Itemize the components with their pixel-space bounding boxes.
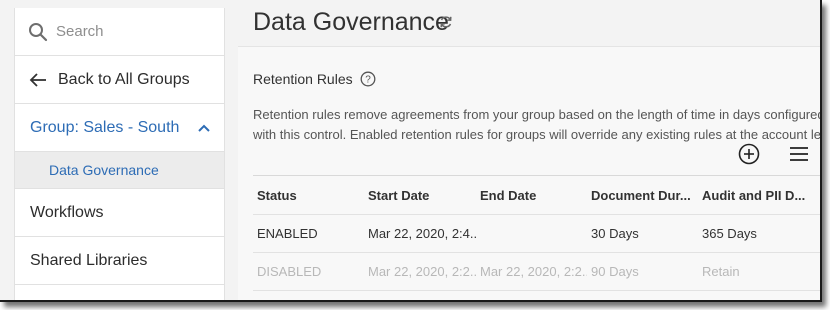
column-header-status[interactable]: Status: [253, 188, 364, 203]
status-cell: ENABLED: [257, 226, 318, 241]
document-duration-cell: 30 Days: [591, 226, 639, 241]
section-description: Retention rules remove agreements from y…: [253, 105, 822, 145]
retention-rules-table: Status Start Date End Date Document Dur.…: [253, 175, 820, 291]
svg-text:?: ?: [365, 75, 371, 86]
column-header-end-date[interactable]: End Date: [476, 188, 587, 203]
start-date-cell: Mar 22, 2020, 2:2...: [368, 264, 476, 279]
add-rule-button[interactable]: [738, 143, 760, 165]
chevron-up-icon[interactable]: [198, 124, 210, 132]
table-row[interactable]: DISABLED Mar 22, 2020, 2:2... Mar 22, 20…: [253, 253, 820, 291]
sidebar-group-sales-south[interactable]: Group: Sales - South: [15, 104, 224, 152]
table-header-row: Status Start Date End Date Document Dur.…: [253, 175, 820, 215]
sidebar: Search Back to All Groups Group: Sales -…: [14, 8, 225, 300]
group-label: Group: Sales - South: [30, 118, 180, 136]
page-title: Data Governance: [253, 8, 449, 36]
plus-circle-icon: [738, 143, 760, 165]
column-header-start-date[interactable]: Start Date: [364, 188, 476, 203]
sidebar-item-workflows[interactable]: Workflows: [15, 189, 224, 237]
status-cell: DISABLED: [257, 264, 322, 279]
search-icon: [28, 22, 48, 42]
audit-pii-cell: 365 Days: [702, 226, 757, 241]
refresh-icon[interactable]: [439, 15, 453, 29]
hamburger-menu-icon[interactable]: [789, 146, 809, 162]
column-header-audit-pii[interactable]: Audit and PII D...: [698, 188, 820, 203]
description-line: with this control. Enabled retention rul…: [253, 127, 822, 142]
audit-pii-cell: Retain: [702, 264, 740, 279]
document-duration-cell: 90 Days: [591, 264, 639, 279]
table-row[interactable]: ENABLED Mar 22, 2020, 2:4... 30 Days 365…: [253, 215, 820, 253]
search-input[interactable]: Search: [56, 23, 104, 40]
arrow-left-icon: [29, 72, 47, 87]
sidebar-item-data-governance[interactable]: Data Governance: [15, 152, 224, 189]
page-header: Data Governance: [238, 0, 820, 47]
description-line: Retention rules remove agreements from y…: [253, 107, 822, 122]
sidebar-item-label: Workflows: [30, 203, 104, 221]
sidebar-item-label: Data Governance: [49, 162, 159, 178]
main-panel: Data Governance Retention Rules ? Retent…: [238, 0, 820, 300]
sidebar-item-label: Shared Libraries: [30, 251, 148, 269]
back-to-all-groups-link[interactable]: Back to All Groups: [15, 56, 224, 104]
start-date-cell: Mar 22, 2020, 2:4...: [368, 226, 476, 241]
sidebar-search[interactable]: Search: [15, 8, 224, 56]
sidebar-item-shared-libraries[interactable]: Shared Libraries: [15, 237, 224, 285]
help-circle-icon[interactable]: ?: [360, 71, 376, 87]
end-date-cell: Mar 22, 2020, 2:2...: [480, 264, 587, 279]
back-link-label: Back to All Groups: [58, 70, 190, 88]
app-window: Search Back to All Groups Group: Sales -…: [0, 0, 822, 302]
retention-rules-section: Retention Rules ? Retention rules remove…: [238, 47, 820, 300]
column-header-document-duration[interactable]: Document Dur...: [587, 188, 698, 203]
section-title: Retention Rules: [253, 71, 353, 87]
